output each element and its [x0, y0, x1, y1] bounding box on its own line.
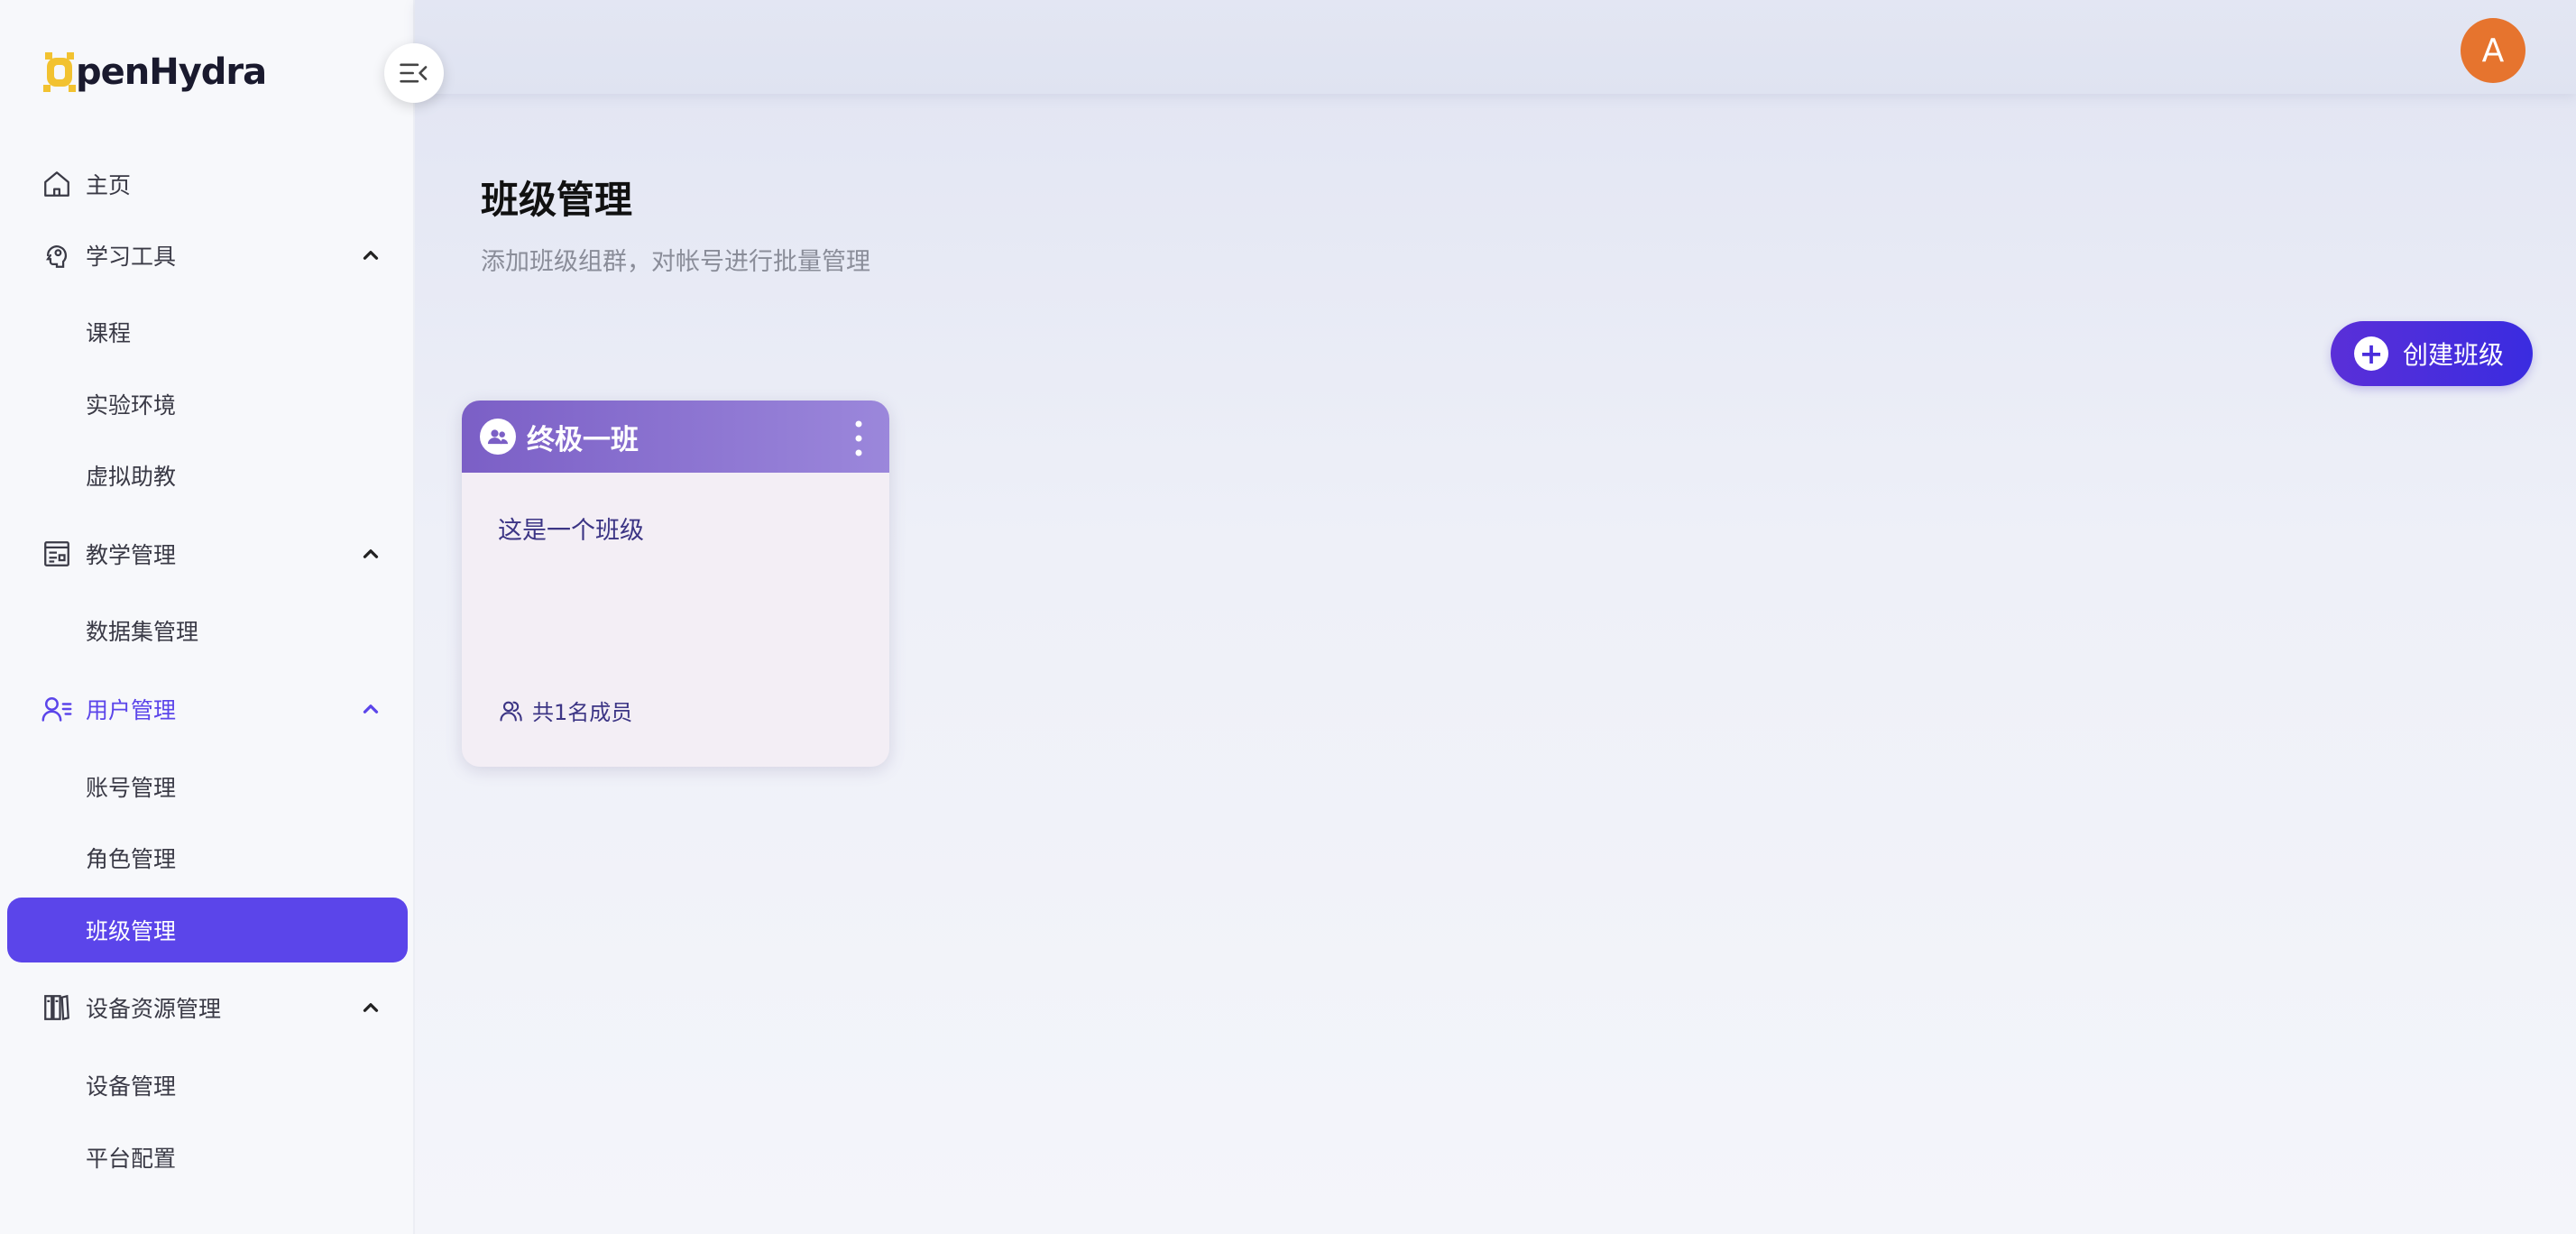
- home-icon: [40, 167, 74, 201]
- sidebar-item-user-mgmt[interactable]: 用户管理: [0, 677, 415, 741]
- class-card-members: 共1名成员: [498, 695, 632, 726]
- sidebar-item-device-resources[interactable]: 设备资源管理: [0, 975, 415, 1040]
- sidebar-item-account-mgmt[interactable]: 账号管理: [0, 754, 415, 819]
- sidebar-item-dataset-mgmt[interactable]: 数据集管理: [0, 598, 415, 663]
- sidebar-item-platform-config[interactable]: 平台配置: [0, 1125, 415, 1190]
- sidebar-item-label: 用户管理: [86, 697, 177, 723]
- sidebar-item-label: 数据集管理: [86, 619, 199, 645]
- class-card-title: 终极一班: [527, 423, 639, 456]
- sidebar-item-virtual-ta[interactable]: 虚拟助教: [0, 443, 415, 508]
- create-class-label: 创建班级: [2403, 340, 2505, 370]
- members-icon: [500, 701, 522, 722]
- top-bar: [415, 0, 2576, 94]
- class-card-header: 终极一班: [462, 401, 889, 473]
- plus-icon: +: [2354, 336, 2388, 371]
- sidebar-item-label: 班级管理: [86, 918, 177, 944]
- sidebar-item-label: 教学管理: [86, 542, 177, 568]
- member-count: 共1名成员: [532, 700, 633, 725]
- books-icon: [40, 990, 74, 1025]
- chevron-up-icon[interactable]: [359, 542, 382, 566]
- sidebar-item-label: 学习工具: [86, 244, 177, 270]
- sidebar-item-learning-tools[interactable]: 学习工具: [0, 223, 415, 288]
- create-class-button[interactable]: + 创建班级: [2331, 321, 2533, 386]
- sidebar: penHydra 主页 学习工具 课程 实验环境 虚拟助教 教学管理 数据集管理: [0, 0, 415, 1234]
- sidebar-item-class-mgmt[interactable]: 班级管理: [7, 898, 408, 962]
- sidebar-item-label: 设备管理: [86, 1073, 177, 1100]
- class-card[interactable]: 终极一班 这是一个班级 共1名成员: [462, 401, 889, 767]
- menu-collapse-icon: [400, 63, 428, 83]
- sidebar-item-label: 账号管理: [86, 775, 177, 801]
- group-icon: [480, 419, 516, 455]
- sidebar-item-label: 实验环境: [86, 392, 177, 419]
- avatar[interactable]: A: [2461, 18, 2525, 83]
- sidebar-item-device-mgmt[interactable]: 设备管理: [0, 1053, 415, 1118]
- board-icon: [40, 537, 74, 571]
- class-card-description: 这是一个班级: [498, 517, 644, 545]
- sidebar-item-courses[interactable]: 课程: [0, 299, 415, 364]
- sidebar-item-teaching-mgmt[interactable]: 教学管理: [0, 521, 415, 586]
- users-icon: [40, 692, 74, 726]
- sidebar-item-label: 主页: [86, 172, 132, 198]
- chevron-up-icon[interactable]: [359, 697, 382, 721]
- sidebar-item-role-mgmt[interactable]: 角色管理: [0, 825, 415, 890]
- page-title: 班级管理: [481, 178, 633, 222]
- more-vertical-icon[interactable]: [851, 419, 866, 458]
- brain-icon: [40, 238, 74, 272]
- sidebar-item-label: 角色管理: [86, 846, 177, 872]
- hydra-logo-icon: [43, 52, 76, 92]
- app-logo[interactable]: penHydra: [43, 45, 267, 99]
- sidebar-item-home[interactable]: 主页: [0, 152, 415, 216]
- chevron-up-icon[interactable]: [359, 244, 382, 267]
- sidebar-item-label: 虚拟助教: [86, 464, 177, 490]
- logo-text: penHydra: [76, 51, 267, 93]
- sidebar-item-label: 课程: [86, 320, 132, 346]
- sidebar-item-label: 设备资源管理: [86, 996, 222, 1022]
- sidebar-item-lab-env[interactable]: 实验环境: [0, 372, 415, 437]
- sidebar-collapse-button[interactable]: [384, 43, 444, 103]
- chevron-up-icon[interactable]: [359, 996, 382, 1019]
- sidebar-item-label: 平台配置: [86, 1146, 177, 1172]
- page-subtitle: 添加班级组群，对帐号进行批量管理: [481, 248, 870, 276]
